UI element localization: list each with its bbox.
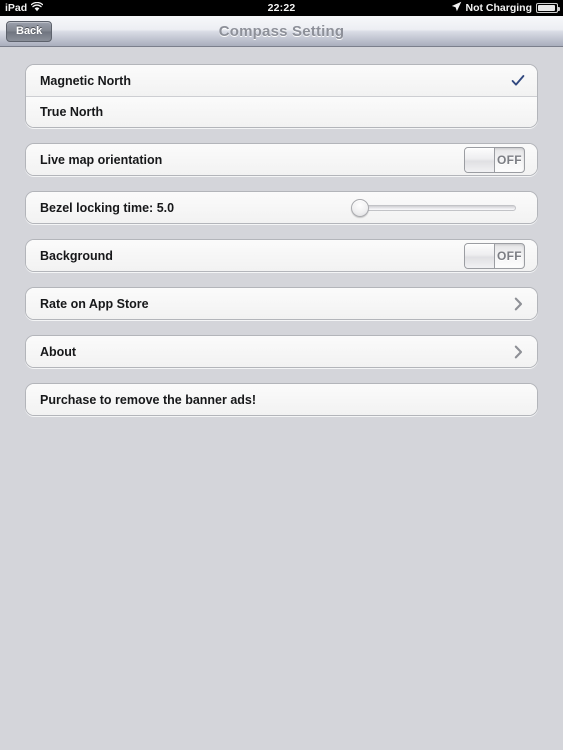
settings-row-bezel-locking-time: Bezel locking time: 5.0 xyxy=(26,192,537,223)
settings-content: Magnetic North True North Live map orien… xyxy=(0,64,563,416)
back-button[interactable]: Back xyxy=(6,20,53,42)
settings-row-label: True North xyxy=(40,105,104,119)
settings-row-label: Magnetic North xyxy=(40,73,131,88)
toggle-knob xyxy=(465,243,495,268)
battery-icon xyxy=(536,3,560,13)
settings-group-bezel-locking-time: Bezel locking time: 5.0 xyxy=(25,191,538,224)
settings-group-rate-on-app-store: Rate on App Store xyxy=(25,287,538,320)
live-map-orientation-toggle[interactable]: OFF xyxy=(464,146,525,173)
chevron-right-icon xyxy=(514,297,523,311)
settings-row-label: Live map orientation xyxy=(40,152,163,167)
settings-group-north: Magnetic North True North xyxy=(25,64,538,128)
status-bar: iPad 22:22 Not Charging xyxy=(0,0,563,16)
charging-status-label: Not Charging xyxy=(465,2,533,14)
settings-group-about: About xyxy=(25,335,538,368)
settings-row-label: Bezel locking time: 5.0 xyxy=(40,200,175,215)
toggle-state-label: OFF xyxy=(497,152,522,167)
bezel-locking-time-slider[interactable] xyxy=(351,197,517,219)
navigation-bar: Back Compass Setting xyxy=(0,16,563,47)
toggle-knob xyxy=(465,147,495,172)
background-toggle[interactable]: OFF xyxy=(464,242,525,269)
settings-row-purchase-remove-ads[interactable]: Purchase to remove the banner ads! xyxy=(26,384,537,415)
checkmark-icon xyxy=(511,74,525,88)
settings-row-label: Purchase to remove the banner ads! xyxy=(40,392,257,407)
settings-group-purchase: Purchase to remove the banner ads! xyxy=(25,383,538,416)
settings-row-live-map-orientation[interactable]: Live map orientation OFF xyxy=(26,144,537,175)
page-title: Compass Setting xyxy=(218,22,345,40)
settings-group-background: Background OFF xyxy=(25,239,538,272)
settings-group-live-map-orientation: Live map orientation OFF xyxy=(25,143,538,176)
settings-row-label: Rate on App Store xyxy=(40,296,149,311)
settings-row-about[interactable]: About xyxy=(26,336,537,367)
settings-row-label: Background xyxy=(40,248,113,263)
settings-row-rate-on-app-store[interactable]: Rate on App Store xyxy=(26,288,537,319)
settings-row-true-north[interactable]: True North xyxy=(26,96,537,127)
status-bar-right: Not Charging xyxy=(451,1,560,15)
slider-knob[interactable] xyxy=(351,198,370,217)
settings-row-magnetic-north[interactable]: Magnetic North xyxy=(26,65,537,96)
settings-row-label: About xyxy=(40,344,77,359)
location-arrow-icon xyxy=(451,1,462,15)
slider-track xyxy=(359,204,517,211)
chevron-right-icon xyxy=(514,345,523,359)
toggle-state-label: OFF xyxy=(497,248,522,263)
settings-row-background[interactable]: Background OFF xyxy=(26,240,537,271)
